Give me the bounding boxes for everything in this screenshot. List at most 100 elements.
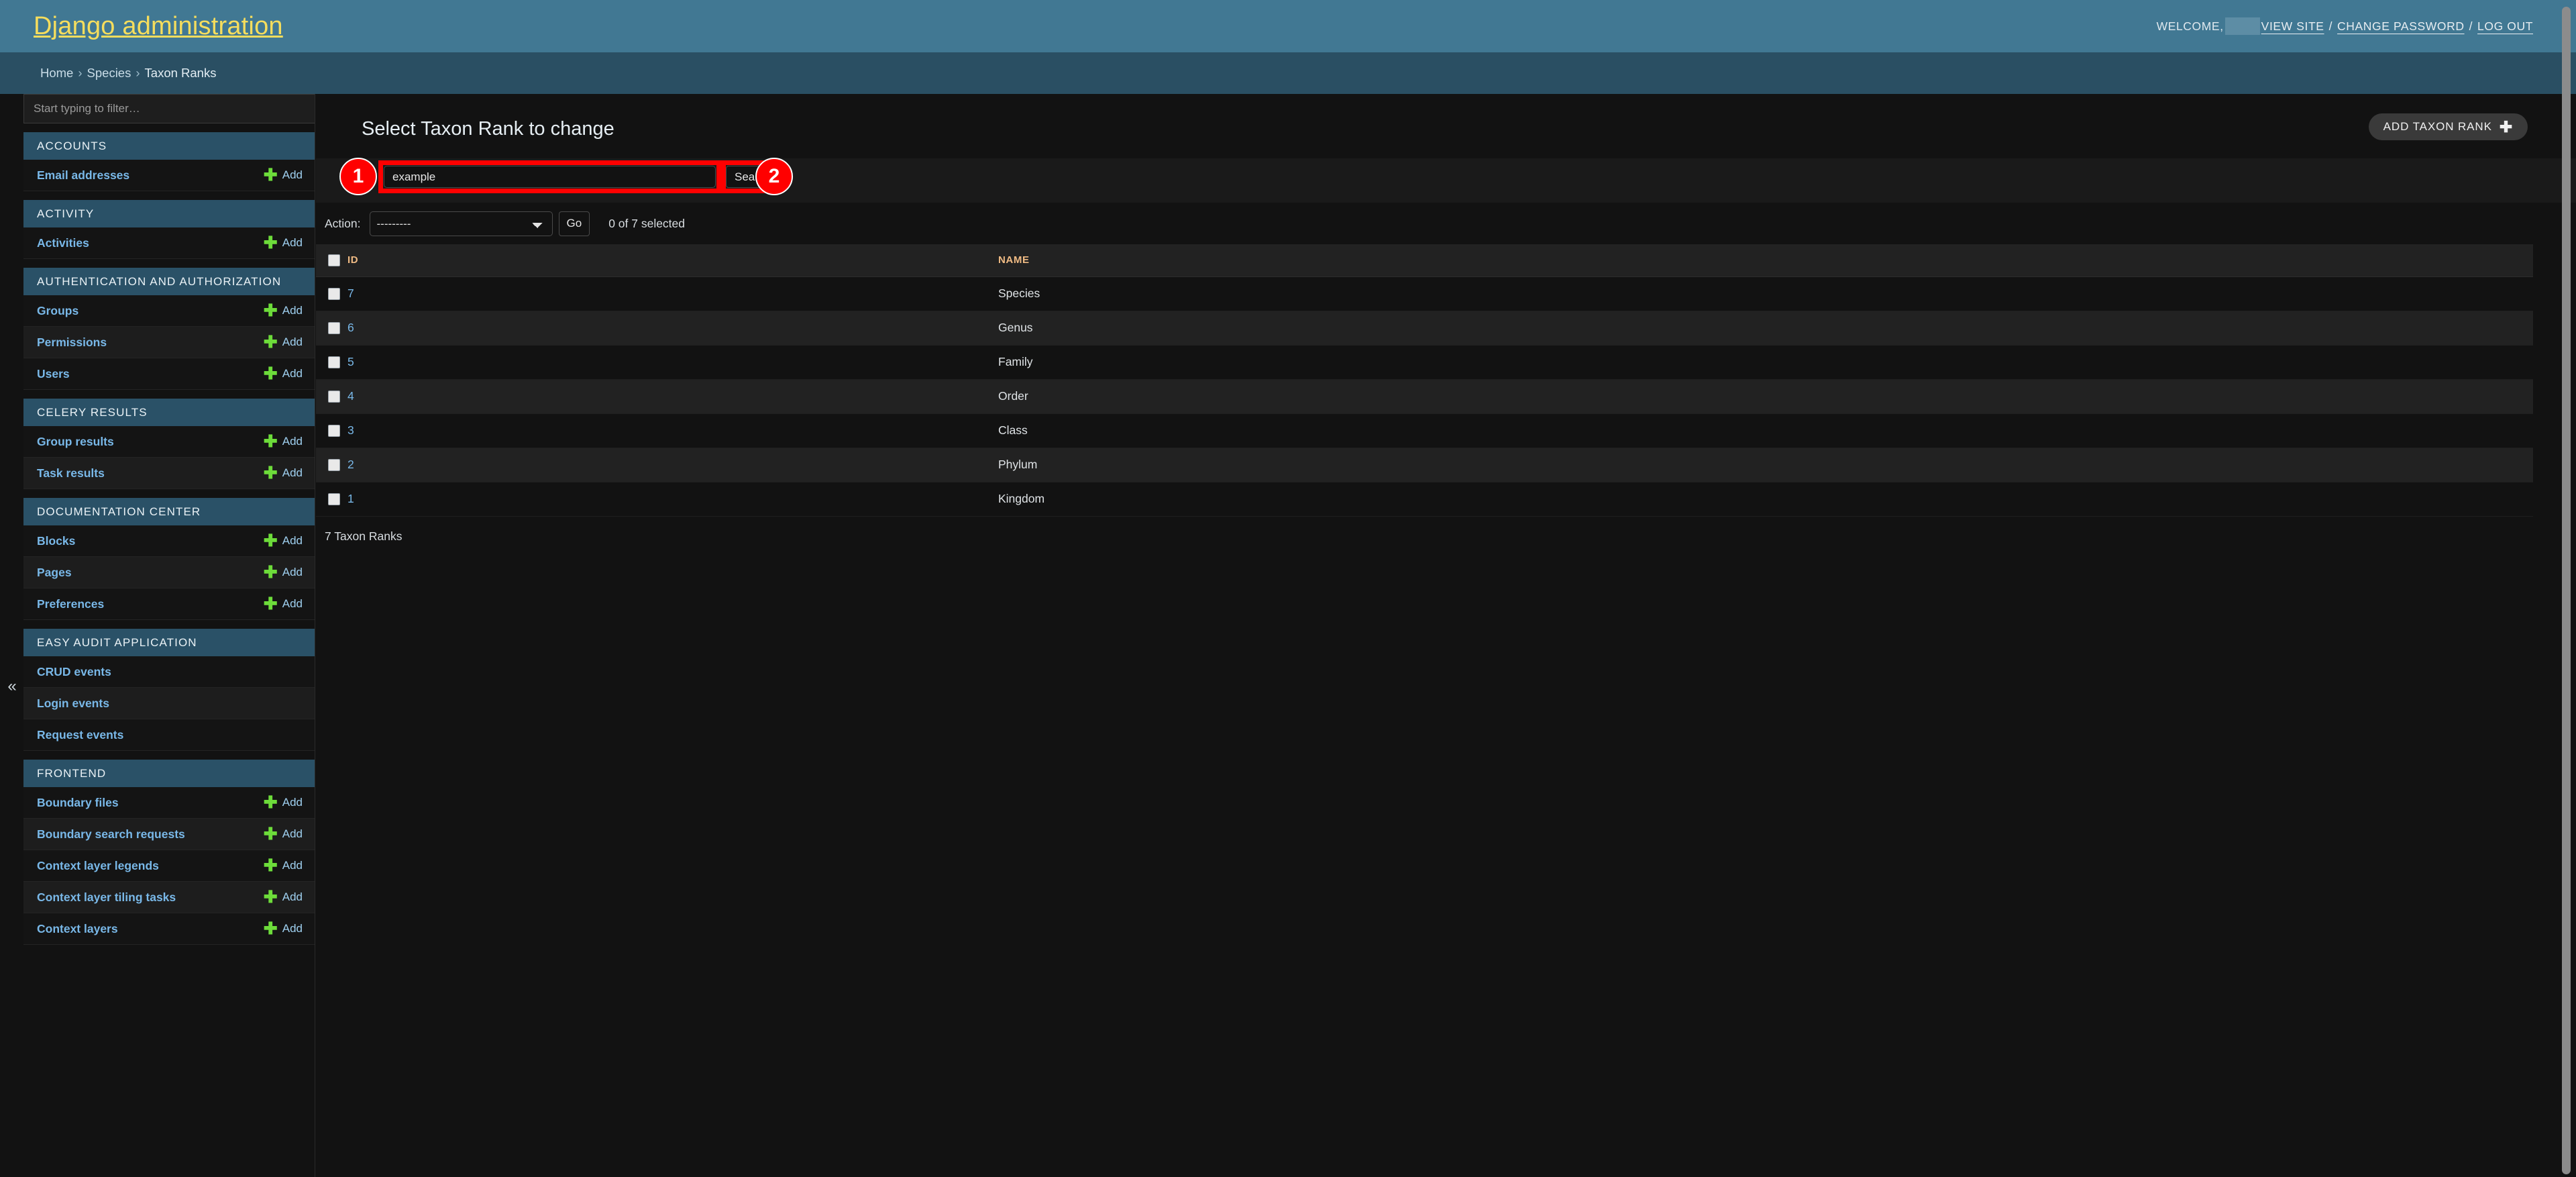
sidebar-item-label[interactable]: Blocks (37, 534, 75, 548)
sidebar-item-label[interactable]: Boundary search requests (37, 827, 185, 841)
sidebar-model-row[interactable]: Context layers ✚ Add (23, 913, 315, 945)
select-all-checkbox[interactable] (328, 254, 340, 266)
sidebar-item-label[interactable]: Users (37, 367, 70, 381)
sidebar-model-row[interactable]: Task results ✚ Add (23, 458, 315, 489)
sidebar-item-label[interactable]: Pages (37, 566, 72, 580)
sidebar-item-label[interactable]: Context layers (37, 922, 118, 936)
sidebar-model-row[interactable]: Context layer legends ✚ Add (23, 850, 315, 882)
sidebar-model-row[interactable]: Blocks ✚ Add (23, 525, 315, 557)
row-checkbox[interactable] (328, 425, 340, 438)
page-scrollbar[interactable] (2562, 0, 2571, 1177)
sidebar-add-link[interactable]: ✚ Add (264, 794, 303, 811)
user-tools-separator-2: / (2469, 19, 2473, 33)
sidebar-item-label[interactable]: Groups (37, 304, 78, 318)
sidebar-add-link[interactable]: ✚ Add (264, 234, 303, 252)
sidebar-model-row[interactable]: Boundary files ✚ Add (23, 787, 315, 819)
sidebar-add-label: Add (282, 236, 303, 249)
sidebar-add-link[interactable]: ✚ Add (264, 825, 303, 843)
breadcrumb-item-home[interactable]: Home (40, 66, 73, 81)
row-select-cell (316, 311, 347, 346)
plus-icon: ✚ (263, 887, 278, 907)
sidebar-add-label: Add (282, 827, 303, 840)
site-branding[interactable]: Django administration (34, 12, 283, 41)
sidebar-model-row[interactable]: Context layer tiling tasks ✚ Add (23, 882, 315, 913)
row-id-link[interactable]: 5 (347, 355, 354, 368)
sidebar-item-label[interactable]: Task results (37, 466, 105, 480)
sidebar-add-link[interactable]: ✚ Add (264, 564, 303, 581)
sidebar-item-label[interactable]: Group results (37, 435, 114, 449)
change-password-link[interactable]: CHANGE PASSWORD (2337, 19, 2465, 34)
add-taxon-rank-button[interactable]: ADD TAXON RANK ✚ (2368, 113, 2528, 140)
sidebar-model-row[interactable]: Boundary search requests ✚ Add (23, 819, 315, 850)
row-id-link[interactable]: 1 (347, 492, 354, 505)
sidebar-add-link[interactable]: ✚ Add (264, 433, 303, 450)
row-checkbox[interactable] (328, 459, 340, 472)
sidebar-add-link[interactable]: ✚ Add (264, 334, 303, 351)
sidebar-model-row[interactable]: Groups ✚ Add (23, 295, 315, 327)
sidebar-item-label[interactable]: Permissions (37, 336, 107, 350)
row-select-cell (316, 448, 347, 482)
sidebar-item-label[interactable]: Email addresses (37, 168, 129, 183)
row-id-link[interactable]: 2 (347, 458, 354, 471)
sidebar-item-label[interactable]: Context layer legends (37, 859, 159, 873)
column-header-id[interactable]: ID (347, 244, 998, 277)
sidebar-model-row[interactable]: Pages ✚ Add (23, 557, 315, 588)
user-tools-separator-1: / (2328, 19, 2333, 33)
row-checkbox[interactable] (328, 391, 340, 403)
table-header-row: ID NAME (316, 244, 2533, 277)
plus-icon: ✚ (263, 562, 278, 582)
action-go-button[interactable]: Go (558, 211, 590, 236)
sidebar-app-block: AUTHENTICATION AND AUTHORIZATION Groups ✚ A… (23, 268, 315, 390)
row-id-link[interactable]: 7 (347, 287, 354, 300)
row-checkbox[interactable] (328, 288, 340, 301)
sidebar-model-row[interactable]: Permissions ✚ Add (23, 327, 315, 358)
row-id-link[interactable]: 3 (347, 423, 354, 437)
sidebar-model-row[interactable]: Users ✚ Add (23, 358, 315, 390)
sidebar-item-label[interactable]: CRUD events (37, 665, 111, 679)
row-name-cell: Family (998, 345, 2533, 380)
sidebar-add-label: Add (282, 890, 303, 903)
page-scrollbar-thumb[interactable] (2562, 7, 2571, 1174)
row-checkbox[interactable] (328, 322, 340, 335)
sidebar-model-row[interactable]: Request events (23, 719, 315, 751)
sidebar-add-link[interactable]: ✚ Add (264, 365, 303, 382)
sidebar-add-link[interactable]: ✚ Add (264, 166, 303, 184)
search-toolbar: Search 1 2 (316, 158, 2576, 203)
sidebar-add-link[interactable]: ✚ Add (264, 595, 303, 613)
action-select[interactable]: --------- (369, 211, 553, 236)
changelist-form: Action: --------- Go 0 of 7 selected ID … (316, 203, 2576, 544)
annotation-badge-2: 2 (755, 158, 793, 195)
sidebar-item-label[interactable]: Boundary files (37, 796, 119, 810)
sidebar-add-link[interactable]: ✚ Add (264, 920, 303, 937)
column-header-name[interactable]: NAME (998, 244, 2533, 277)
sidebar-model-row[interactable]: CRUD events (23, 656, 315, 688)
sidebar-model-row[interactable]: Email addresses ✚ Add (23, 160, 315, 191)
row-id-link[interactable]: 6 (347, 321, 354, 334)
sidebar-model-row[interactable]: Login events (23, 688, 315, 719)
sidebar-model-row[interactable]: Group results ✚ Add (23, 426, 315, 458)
sidebar-collapse-icon[interactable]: « (3, 677, 21, 695)
sidebar-item-label[interactable]: Preferences (37, 597, 104, 611)
row-checkbox[interactable] (328, 493, 340, 506)
sidebar-item-label[interactable]: Activities (37, 236, 89, 250)
search-input[interactable] (384, 166, 716, 188)
sidebar-add-link[interactable]: ✚ Add (263, 887, 303, 907)
sidebar-model-row[interactable]: Activities ✚ Add (23, 227, 315, 259)
sidebar-item-label[interactable]: Request events (37, 728, 123, 742)
breadcrumb-item-species[interactable]: Species (87, 66, 131, 81)
view-site-link[interactable]: VIEW SITE (2261, 19, 2324, 34)
sidebar-filter-input[interactable] (23, 94, 315, 123)
username-redacted (2224, 17, 2260, 35)
result-count: 7 Taxon Ranks (325, 529, 402, 543)
sidebar-add-label: Add (282, 435, 303, 448)
sidebar-item-label[interactable]: Context layer tiling tasks (37, 890, 176, 905)
log-out-link[interactable]: LOG OUT (2477, 19, 2533, 34)
sidebar-add-link[interactable]: ✚ Add (264, 302, 303, 319)
sidebar-add-link[interactable]: ✚ Add (264, 857, 303, 874)
row-checkbox[interactable] (328, 356, 340, 369)
sidebar-add-link[interactable]: ✚ Add (264, 532, 303, 550)
sidebar-item-label[interactable]: Login events (37, 697, 109, 711)
sidebar-model-row[interactable]: Preferences ✚ Add (23, 588, 315, 620)
row-id-link[interactable]: 4 (347, 389, 354, 403)
sidebar-add-link[interactable]: ✚ Add (264, 464, 303, 482)
